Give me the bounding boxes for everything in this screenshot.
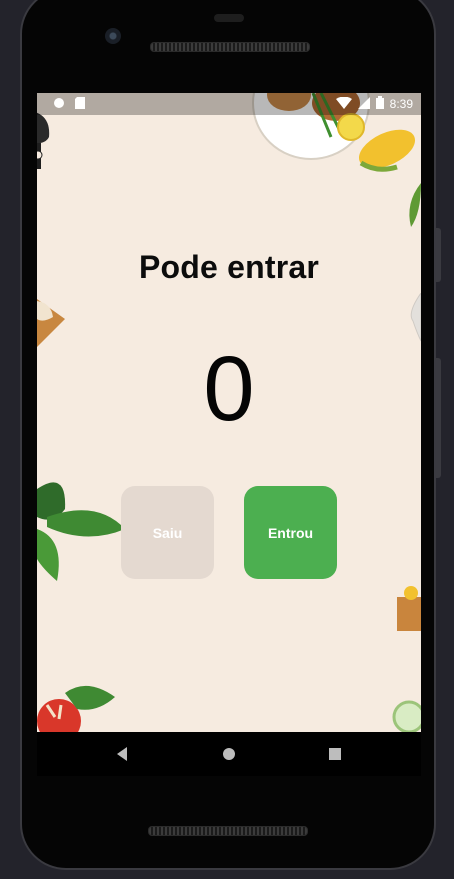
navigation-bar — [37, 732, 421, 776]
cucumber-decoration — [392, 700, 421, 732]
entrou-button[interactable]: Entrou — [244, 486, 337, 579]
sim-card-icon — [75, 97, 85, 112]
corn-decoration — [358, 129, 416, 172]
bottom-speaker — [148, 826, 308, 836]
saiu-button[interactable]: Saiu — [121, 486, 214, 579]
top-notch — [214, 14, 244, 22]
home-icon[interactable] — [222, 746, 236, 767]
wifi-icon — [335, 96, 352, 112]
front-camera — [105, 28, 121, 44]
top-speaker — [150, 42, 310, 52]
power-button — [436, 358, 441, 478]
bowl-right-decoration — [410, 293, 421, 342]
back-icon[interactable] — [115, 746, 129, 767]
tomato-decoration — [37, 685, 115, 732]
recents-icon[interactable] — [328, 746, 342, 767]
people-counter: 0 — [203, 338, 255, 440]
basil-decoration — [37, 482, 125, 581]
cheese-decoration — [397, 586, 421, 631]
battery-icon — [375, 96, 384, 112]
status-bar: 8:39 — [37, 93, 421, 115]
circle-icon — [53, 97, 65, 112]
status-time: 8:39 — [389, 97, 413, 111]
leaf-right-decoration — [409, 183, 421, 227]
app-screen: 8:39 Pode entrar 0 Saiu Entrou — [37, 93, 421, 732]
volume-button — [436, 228, 441, 282]
page-title: Pode entrar — [138, 249, 320, 285]
signal-icon — [357, 96, 370, 112]
